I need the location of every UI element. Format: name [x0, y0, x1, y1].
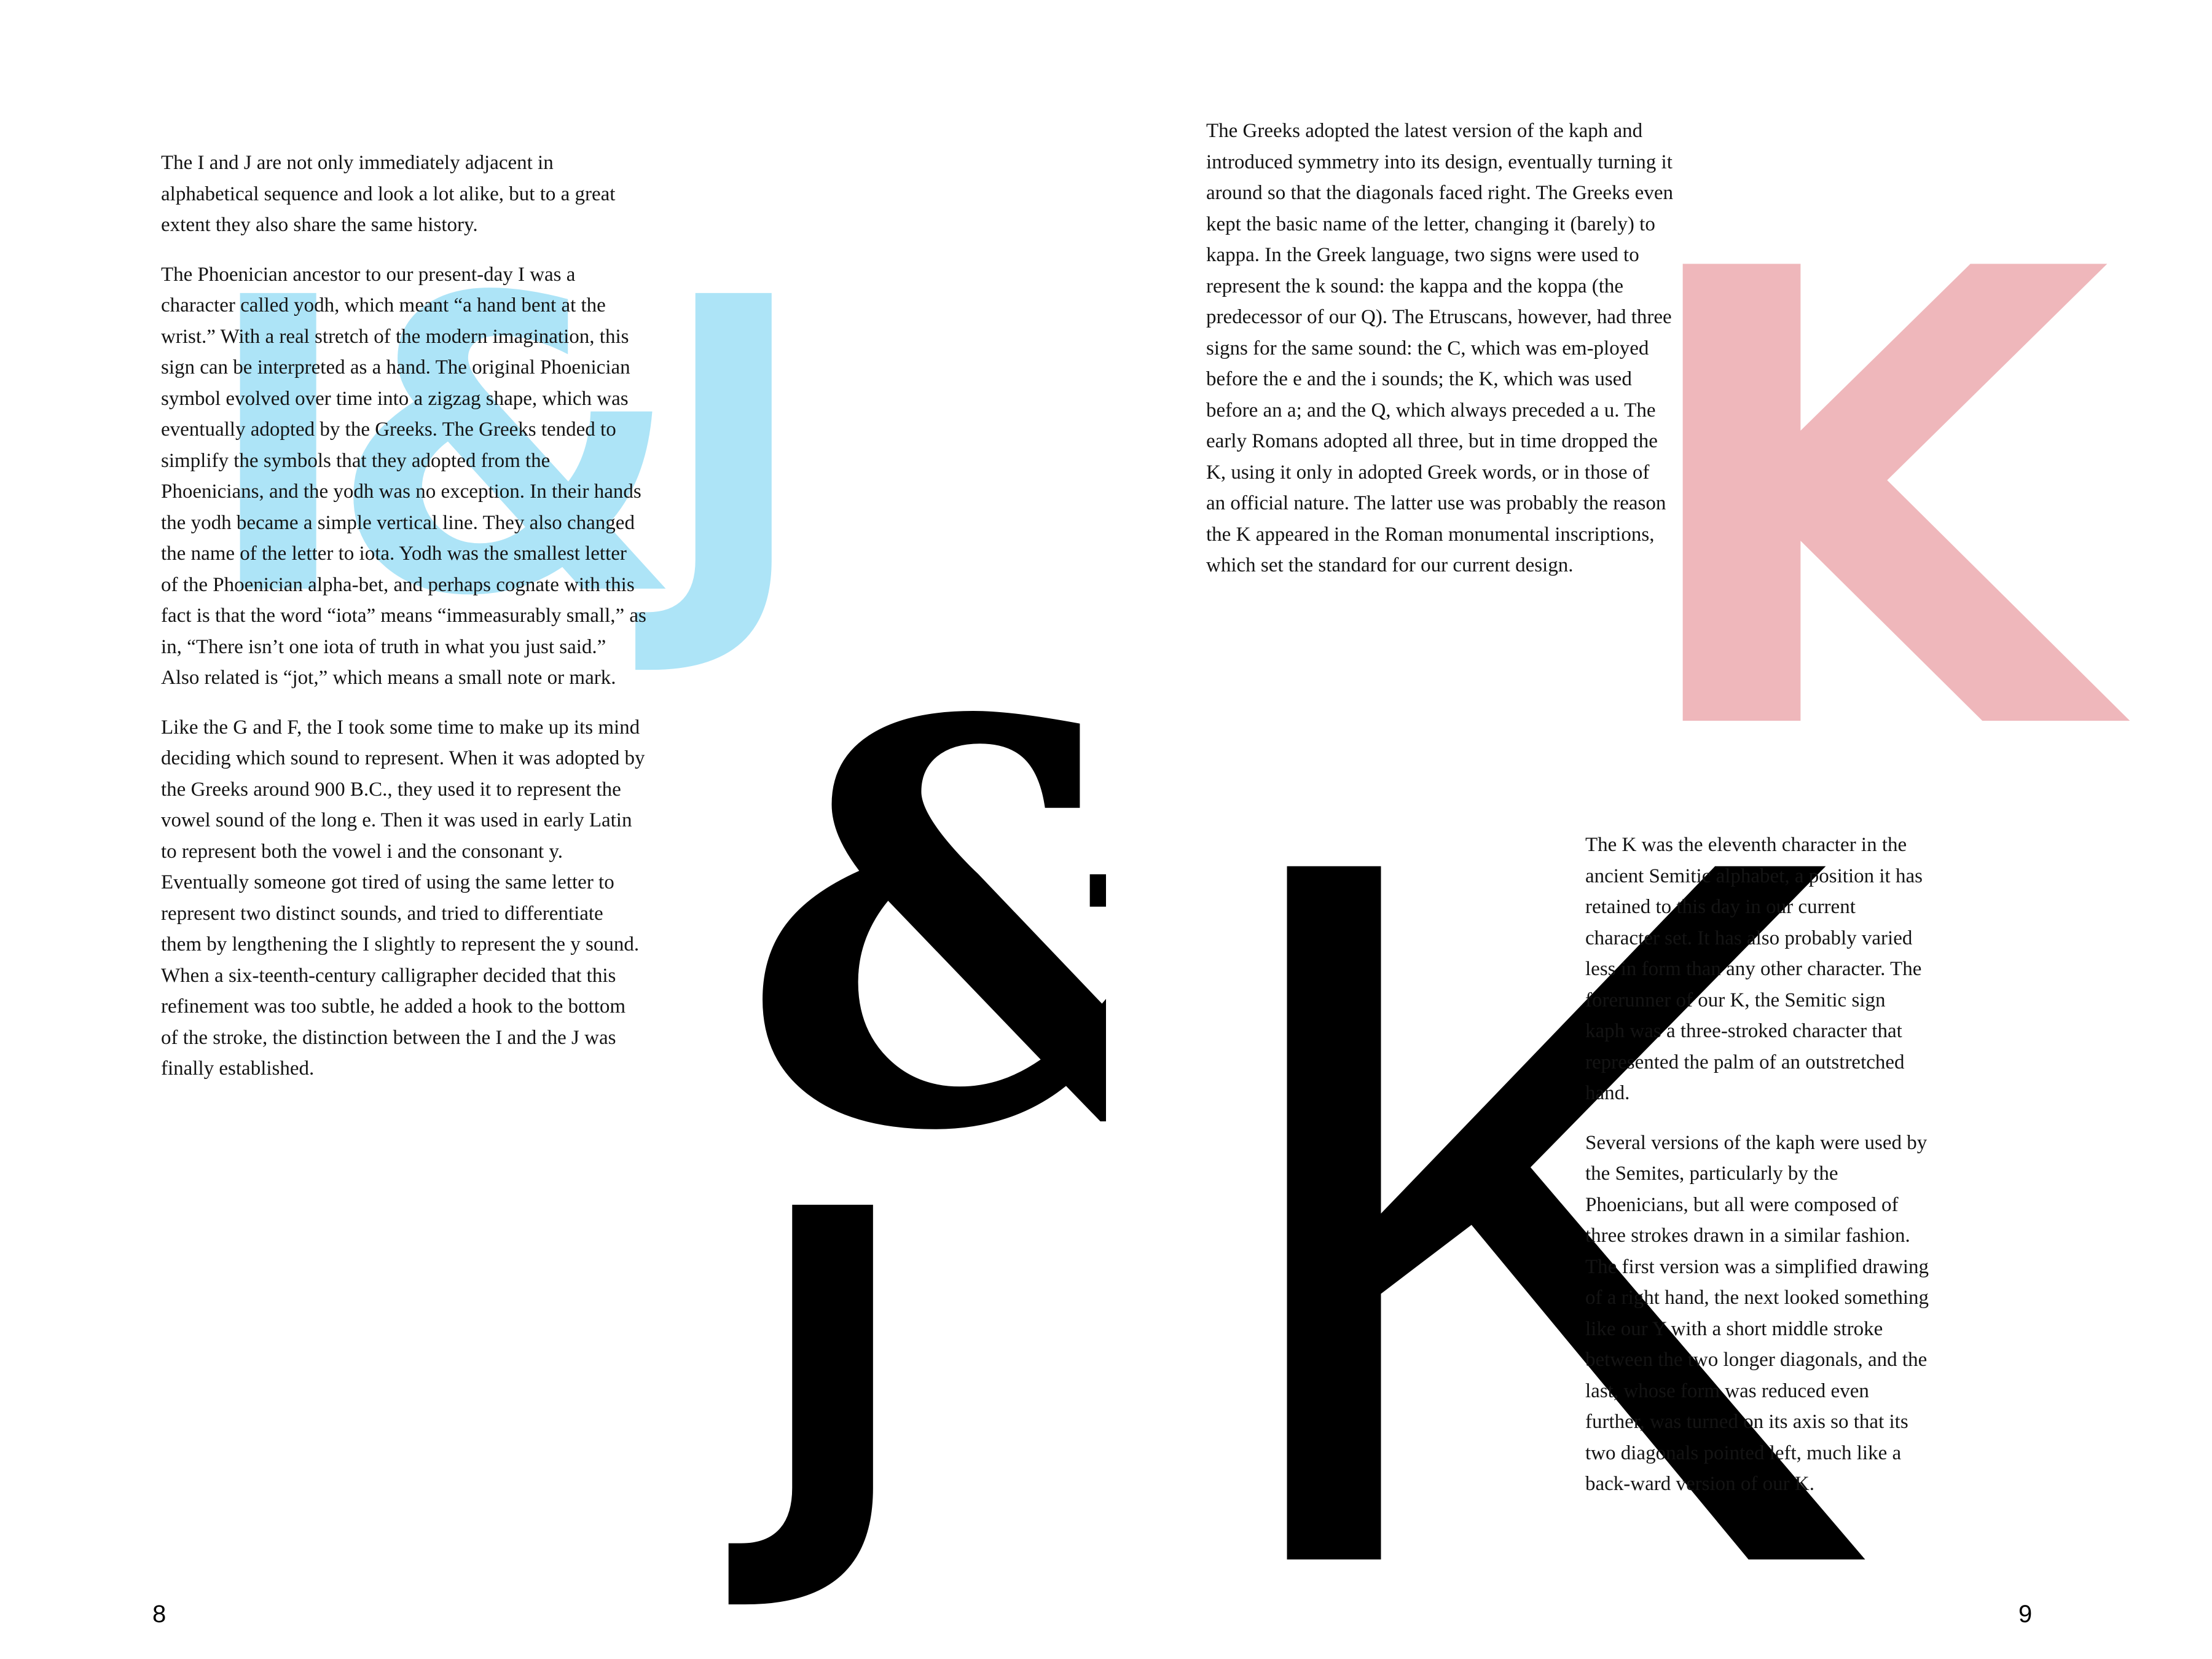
page-number-right: 9 [2018, 1601, 2033, 1628]
ij-paragraph-1: The I and J are not only immediately adj… [161, 152, 616, 236]
kaph-paragraph-1: The K was the eleventh character in the … [1585, 834, 1923, 1104]
kaph-body-text: The K was the eleventh character in the … [1585, 830, 1929, 1518]
greeks-paragraph: The Greeks adopted the latest version of… [1206, 120, 1673, 576]
display-j-black: J [753, 1120, 913, 1620]
left-page: I&J & J The I and J are not only immedia… [0, 0, 1106, 1659]
ij-paragraph-3: Like the G and F, the I took some time t… [161, 716, 645, 1080]
page-number-left: 8 [152, 1601, 167, 1628]
ij-body-text: The I and J are not only immediately adj… [161, 147, 646, 1103]
right-page: K K The Greeks adopted the latest versio… [1106, 0, 2212, 1659]
kaph-paragraph-2: Several versions of the kaph were used b… [1585, 1131, 1929, 1496]
ij-paragraph-2: The Phoenician ancestor to our present-d… [161, 263, 646, 689]
greeks-body-text: The Greeks adopted the latest version of… [1206, 116, 1673, 600]
